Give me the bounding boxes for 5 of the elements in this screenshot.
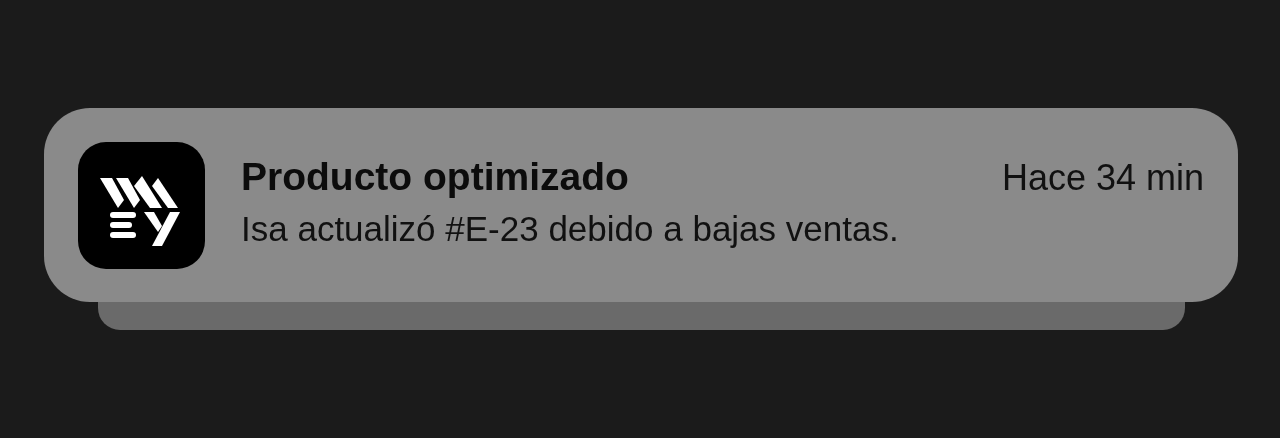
notification-time: Hace 34 min: [1001, 157, 1204, 199]
notification-message: Isa actualizó #E-23 debido a bajas ventas.: [241, 209, 900, 249]
app-logo-icon: [78, 141, 205, 269]
notification-title: Producto optimizado: [241, 155, 629, 199]
notification-card[interactable]: Producto optimizado Hace 34 min Isa actualizó #E-23 debido a bajas ventas.: [44, 108, 1238, 302]
